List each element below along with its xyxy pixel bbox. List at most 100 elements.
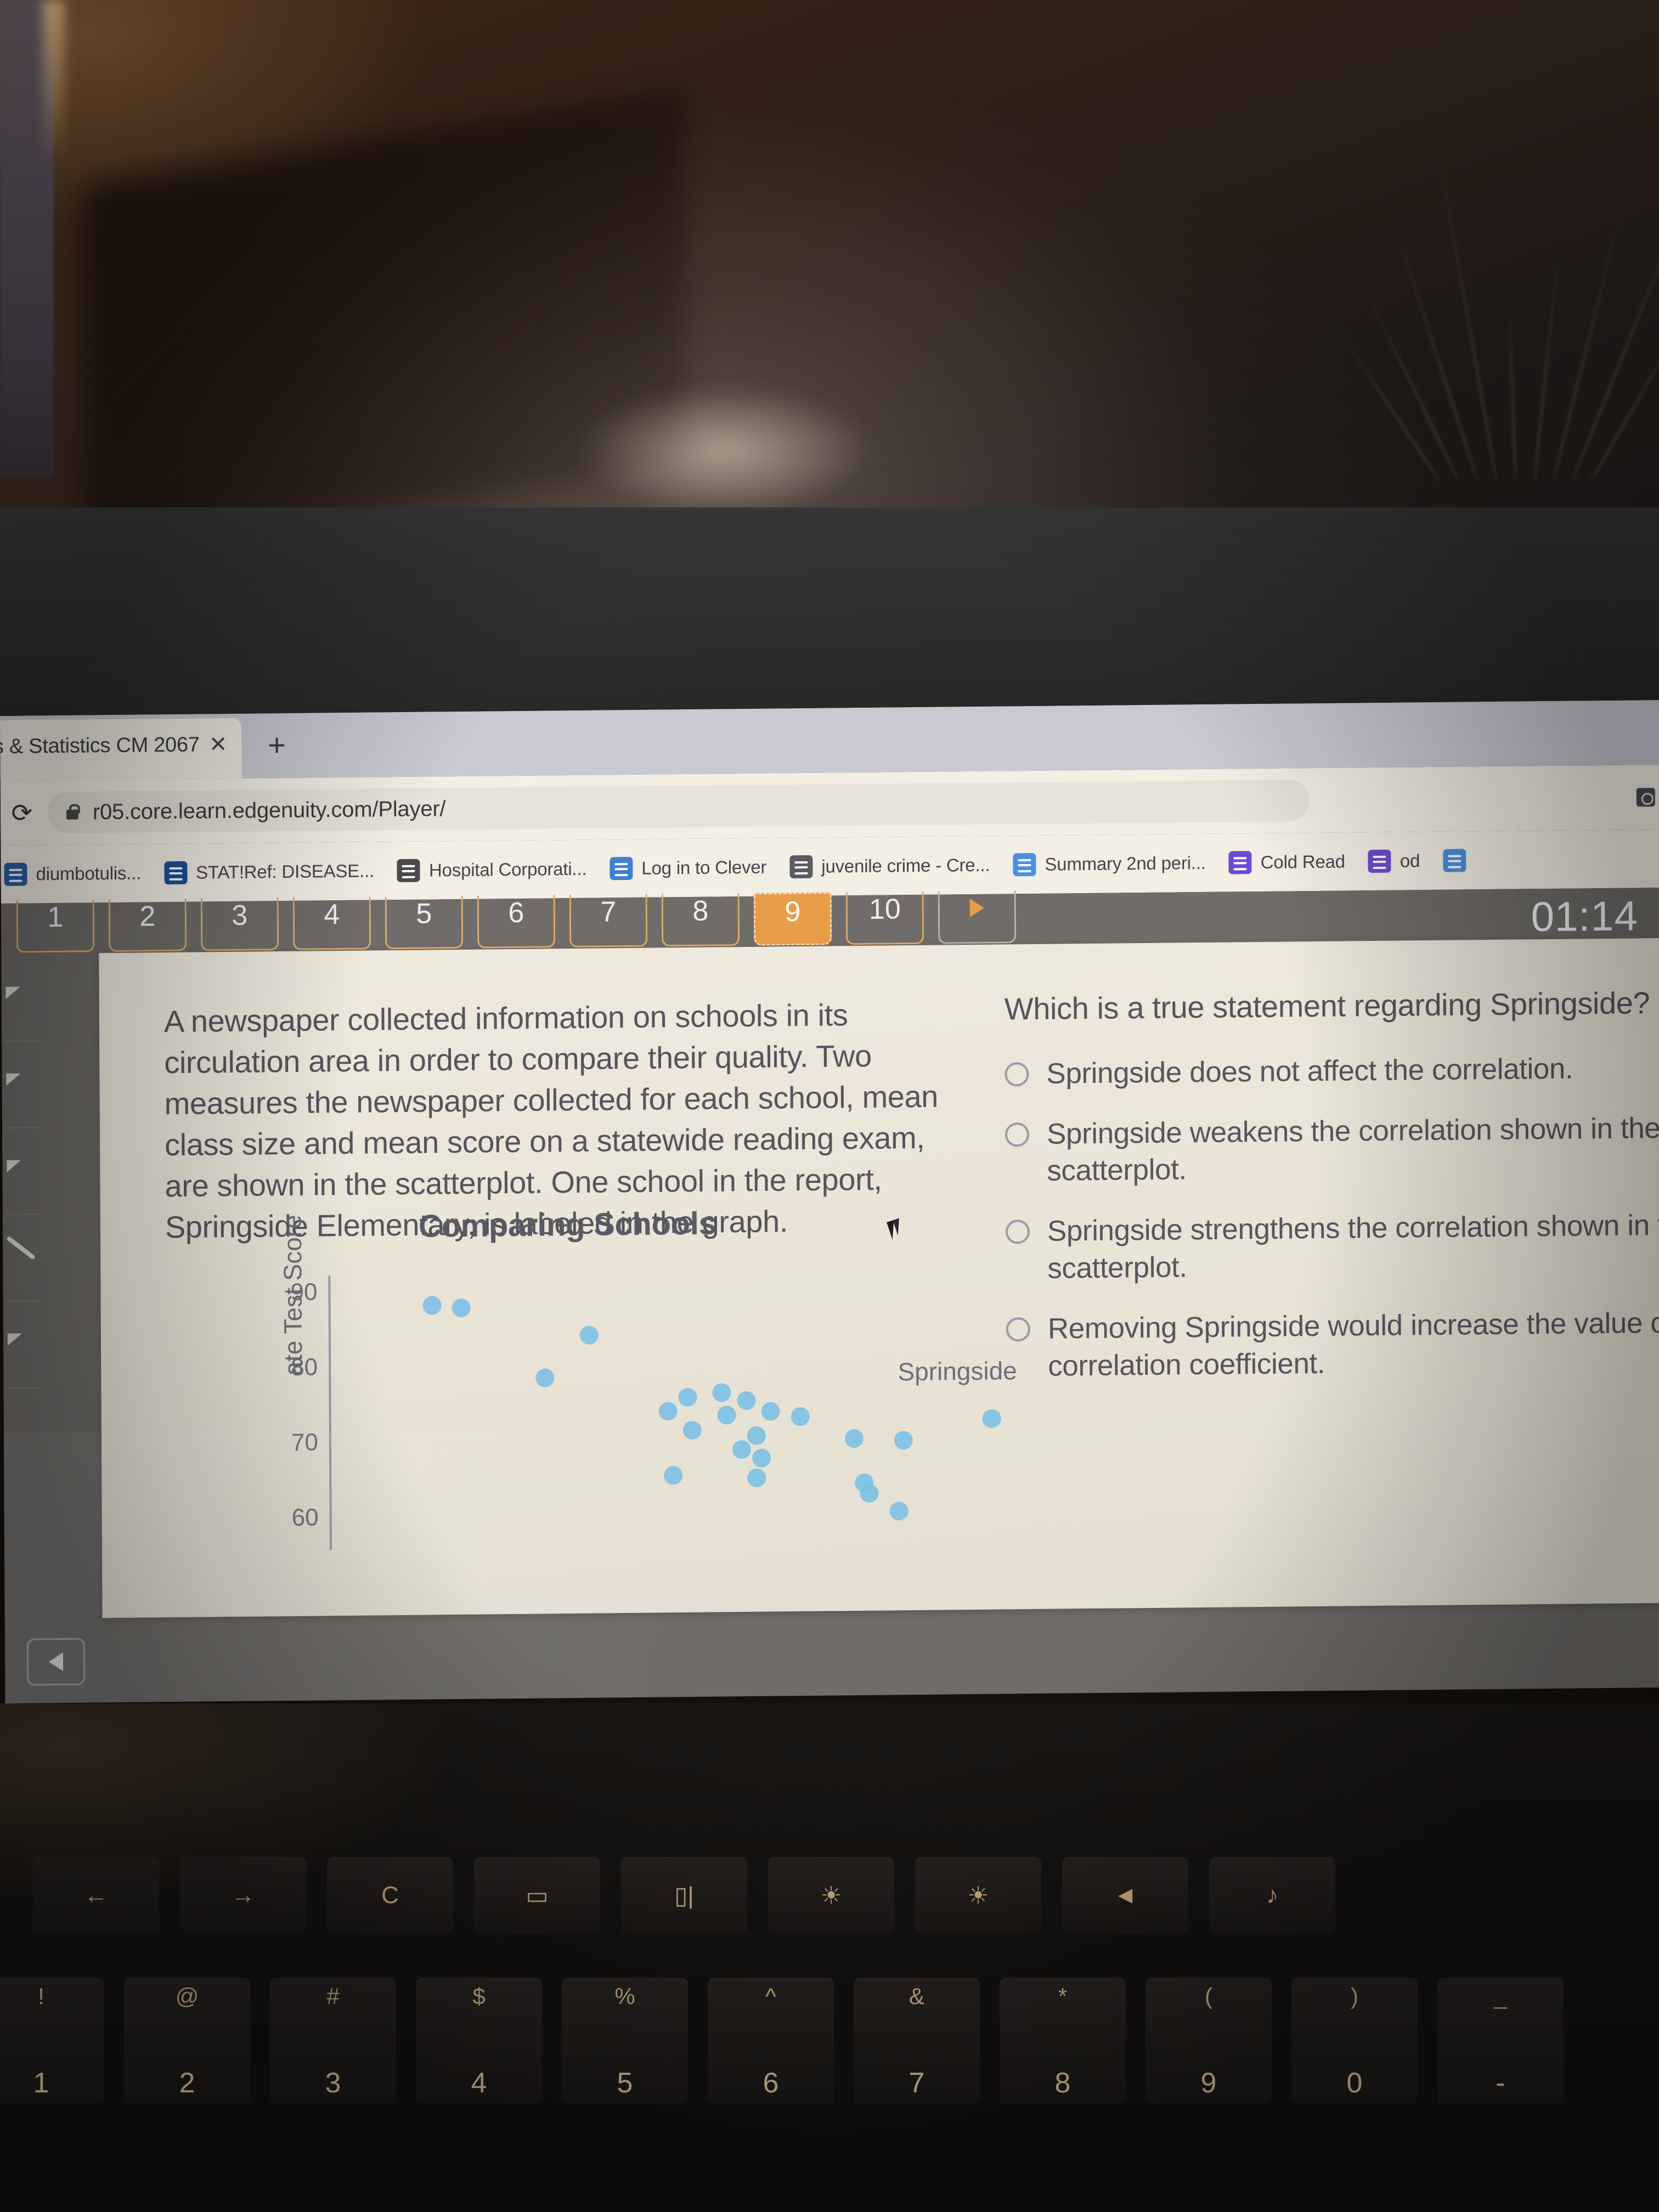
back-arrow-icon[interactable] <box>26 1638 86 1686</box>
scatterplot: Comparing Schools ate Test Score 90 80 70 6… <box>210 1201 1145 1588</box>
key-5[interactable]: % 5 <box>562 1978 688 2104</box>
key-fn-6[interactable]: ☀ <box>915 1857 1041 1934</box>
radio-button-icon[interactable] <box>1005 1122 1030 1147</box>
key-fn-3[interactable]: ▭ <box>474 1857 600 1934</box>
key-7[interactable]: & 7 <box>854 1978 980 2104</box>
key-symbol: ^ <box>765 1983 776 2009</box>
bookmark-item[interactable]: diumbotulis... <box>4 862 141 886</box>
y-axis-tick: 70 <box>291 1429 319 1456</box>
key-symbol: _ <box>1494 1983 1507 2009</box>
question-button-2[interactable]: 2 <box>108 898 187 952</box>
bookmark-label: Cold Read <box>1260 851 1345 872</box>
bookmark-label: od <box>1400 850 1420 871</box>
answer-choice-label: Springside weakens the correlation shown… <box>1046 1111 1659 1188</box>
question-button-10[interactable]: 10 <box>845 891 924 945</box>
paws-icon <box>789 855 813 879</box>
data-point <box>747 1468 766 1487</box>
question-button-9[interactable]: 9 <box>753 892 832 946</box>
bookmark-item[interactable]: od <box>1368 849 1420 873</box>
data-point <box>761 1402 781 1421</box>
lock-icon <box>64 803 81 822</box>
key-2[interactable]: @2 <box>124 1978 250 2104</box>
key--[interactable]: _ - <box>1437 1978 1564 2104</box>
key-symbol: % <box>614 1983 635 2009</box>
key-fn-1[interactable]: → <box>180 1857 306 1934</box>
status-tray[interactable]: Sign out US <box>1397 1697 1648 1703</box>
bookmark-label: Hospital Corporati... <box>428 858 587 881</box>
key-symbol: & <box>909 1983 924 2009</box>
close-icon[interactable]: ✕ <box>209 732 228 757</box>
data-point <box>894 1431 913 1450</box>
data-point <box>752 1448 771 1468</box>
pointer-tool[interactable] <box>5 1216 41 1302</box>
key-fn-0[interactable]: ← <box>33 1857 159 1934</box>
answer-choice-label: Springside does not affect the correlati… <box>1046 1052 1573 1090</box>
plus-icon[interactable]: + <box>268 727 286 762</box>
data-point <box>717 1406 736 1425</box>
key-digit: - <box>1496 2067 1505 2099</box>
radio-button-icon[interactable] <box>1005 1062 1029 1087</box>
browser-tab[interactable]: ons & Statistics CM 2067 ✕ <box>0 718 242 781</box>
bookmark-item[interactable] <box>1443 849 1475 872</box>
key-3[interactable]: #3 <box>270 1978 396 2104</box>
pen-tool[interactable] <box>5 1129 40 1215</box>
laptop-bezel-top <box>0 507 1659 719</box>
key-fn-2[interactable]: C <box>327 1857 453 1934</box>
bookmark-item[interactable]: Hospital Corporati... <box>397 857 587 883</box>
y-axis-tick: 90 <box>290 1278 318 1306</box>
question-button-6[interactable]: 6 <box>477 895 556 949</box>
key-6[interactable]: ^ 6 <box>708 1978 834 2104</box>
bookmark-label: juvenile crime - Cre... <box>821 854 990 877</box>
key-fn-5[interactable]: ☀ <box>768 1857 894 1934</box>
data-point <box>747 1426 766 1446</box>
question-button-8[interactable]: 8 <box>661 893 740 947</box>
data-point <box>452 1298 471 1318</box>
clever-icon <box>610 856 633 881</box>
key-9[interactable]: (9 <box>1146 1978 1272 2104</box>
timer: 01:14 <box>1531 893 1639 941</box>
laptop-screen: ons & Statistics CM 2067 ✕ + ⟳ r05.core.… <box>0 699 1659 1703</box>
bookmark-item[interactable]: Log in to Clever <box>610 856 766 881</box>
room-wall-background <box>0 0 1659 558</box>
data-point <box>737 1391 756 1410</box>
key-fn-4[interactable]: ▯| <box>621 1857 747 1934</box>
question-button-1[interactable]: 1 <box>16 899 95 953</box>
question-card: A newspaper collected information on sch… <box>99 938 1659 1618</box>
eraser-tool[interactable] <box>5 1042 40 1128</box>
key-4[interactable]: $4 <box>416 1978 542 2104</box>
extension-icon[interactable] <box>1636 788 1655 807</box>
answer-choice-1[interactable]: Springside does not affect the correlati… <box>1005 1048 1659 1093</box>
url-text: r05.core.learn.edgenuity.com/Player/ <box>92 796 446 824</box>
key-fn-8[interactable]: ♪ <box>1209 1857 1335 1934</box>
plant-silhouette <box>1329 66 1659 484</box>
keyboard-function-row: ← → C ▭ ▯| ☀ ☀ ◄ ♪ <box>0 1857 1659 1934</box>
key-digit: 5 <box>617 2067 633 2099</box>
key-fn-7[interactable]: ◄ <box>1062 1857 1188 1934</box>
extra-tool[interactable] <box>6 1302 41 1389</box>
question-button-4[interactable]: 4 <box>292 896 371 950</box>
question-button-5[interactable]: 5 <box>385 895 464 950</box>
data-point <box>422 1296 442 1315</box>
address-bar[interactable]: r05.core.learn.edgenuity.com/Player/ <box>47 780 1310 834</box>
key-digit: 4 <box>471 2067 487 2099</box>
bookmark-item[interactable]: Summary 2nd peri... <box>1013 851 1206 877</box>
question-button-7[interactable]: 7 <box>569 894 648 948</box>
question-button-3[interactable]: 3 <box>200 898 279 951</box>
tab-title: ons & Statistics CM 2067 <box>0 733 200 759</box>
data-point <box>889 1502 909 1521</box>
answer-choice-2[interactable]: Springside weakens the correlation shown… <box>1005 1109 1659 1190</box>
key-0[interactable]: ) 0 <box>1291 1978 1418 2104</box>
key-digit: 7 <box>909 2067 925 2099</box>
bookmark-item[interactable]: Cold Read <box>1228 850 1345 874</box>
next-question-button[interactable] <box>938 890 1017 944</box>
highlighter-tool[interactable] <box>4 956 40 1042</box>
bookmark-label: Log in to Clever <box>641 856 767 878</box>
reload-icon[interactable]: ⟳ <box>6 798 38 828</box>
bookmark-item[interactable]: juvenile crime - Cre... <box>789 854 990 879</box>
bookmark-item[interactable]: STAT!Ref: DISEASE... <box>164 859 374 885</box>
key-symbol: # <box>326 1983 340 2009</box>
data-point <box>579 1325 599 1345</box>
key-8[interactable]: * 8 <box>1000 1978 1126 2104</box>
globe-icon <box>397 859 421 883</box>
key-1[interactable]: ! 1 <box>0 1978 104 2104</box>
